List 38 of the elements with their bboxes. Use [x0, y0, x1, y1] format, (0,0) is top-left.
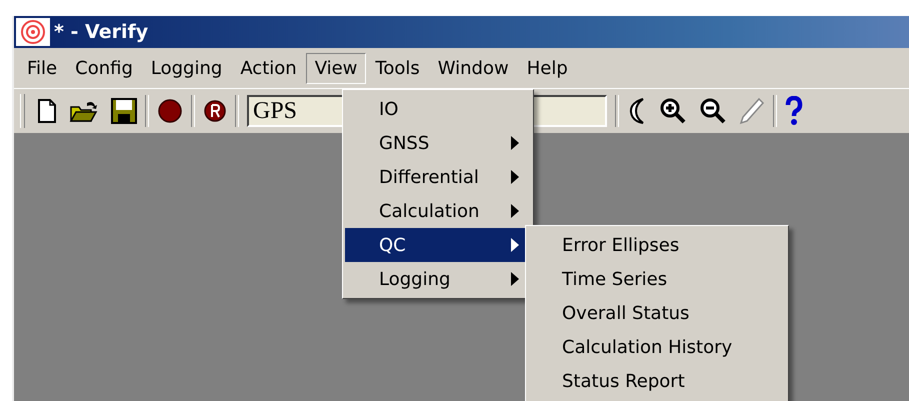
help-icon[interactable] — [785, 96, 803, 126]
zoom-in-icon[interactable] — [659, 97, 687, 125]
new-file-icon[interactable] — [37, 99, 57, 123]
record-icon[interactable] — [157, 98, 183, 124]
menu-item[interactable]: Calculation History — [528, 330, 786, 364]
menu-item[interactable]: GNSS — [345, 126, 531, 160]
app-logo-icon — [16, 18, 50, 46]
menu-item[interactable]: Overall Status — [528, 296, 786, 330]
submenu-arrow-icon — [511, 204, 519, 218]
menu-item[interactable]: Calculation — [345, 194, 531, 228]
menu-item-label: Calculation — [379, 200, 480, 222]
pencil-icon[interactable] — [739, 97, 765, 125]
menu-item[interactable]: Action — [231, 52, 306, 84]
zoom-out-icon[interactable] — [699, 97, 727, 125]
menu-item[interactable]: Config — [66, 52, 142, 84]
menu-item[interactable]: File — [18, 52, 66, 84]
submenu-arrow-icon — [511, 136, 519, 150]
menu-item[interactable]: Error Ellipses — [528, 228, 786, 262]
menu-item[interactable]: Logging — [142, 52, 232, 84]
menu-item-label: QC — [379, 234, 406, 256]
menu-item[interactable]: IO — [345, 92, 531, 126]
submenu-arrow-icon — [511, 238, 519, 252]
menu-item[interactable]: View — [306, 52, 366, 84]
menu-item[interactable]: Tools — [366, 52, 429, 84]
submenu-arrow-icon — [511, 170, 519, 184]
window-title: * - Verify — [54, 21, 148, 43]
menu-item[interactable]: Window — [428, 52, 518, 84]
menu-item-label: Differential — [379, 166, 479, 188]
menu-item-label: IO — [379, 98, 398, 120]
menu-item[interactable]: Time Series — [528, 262, 786, 296]
menu-item-label: Logging — [379, 268, 450, 290]
menu-item[interactable]: Help — [518, 52, 577, 84]
menu-item[interactable]: Differential — [345, 160, 531, 194]
submenu-arrow-icon — [511, 272, 519, 286]
folder-icon[interactable] — [69, 99, 99, 123]
menu-item-label: GNSS — [379, 132, 430, 154]
menu-item[interactable]: Status Report — [528, 364, 786, 398]
record-r-icon[interactable] — [203, 99, 227, 123]
